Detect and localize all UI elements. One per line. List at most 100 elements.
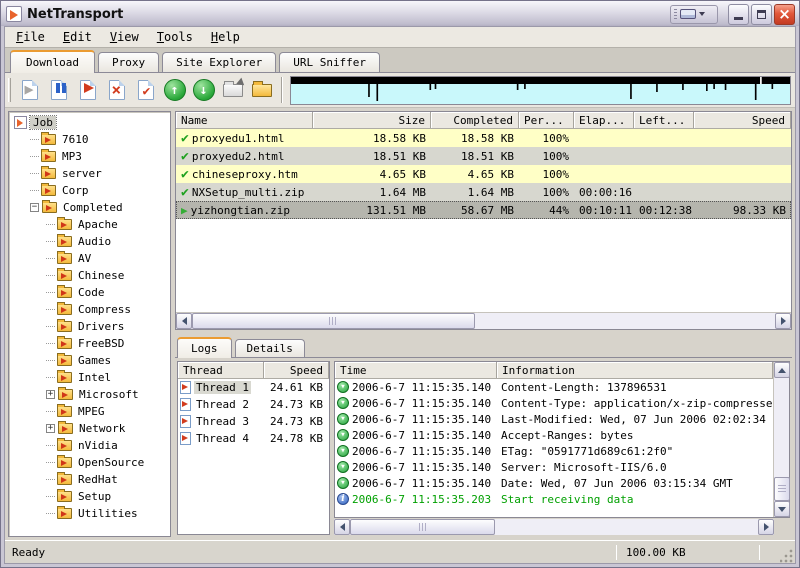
column-header-thread[interactable]: Thread (178, 362, 264, 378)
folder-icon (57, 268, 72, 281)
tab-url-sniffer[interactable]: URL Sniffer (279, 52, 381, 72)
thread-row[interactable]: Thread 2 24.73 KB (178, 396, 329, 413)
thread-row[interactable]: Thread 3 24.73 KB (178, 413, 329, 430)
scroll-thumb[interactable] (774, 477, 790, 501)
tree-item-corp[interactable]: Corp (11, 182, 170, 199)
app-icon (6, 6, 22, 22)
menu-view[interactable]: View (101, 28, 148, 46)
log-row[interactable]: 2006-6-7 11:15:35.140Server: Microsoft-I… (335, 459, 773, 475)
column-header-completed[interactable]: Completed (431, 112, 519, 128)
menu-file[interactable]: File (7, 28, 54, 46)
language-bar[interactable] (670, 4, 718, 24)
expand-icon[interactable] (46, 390, 55, 399)
scroll-up-button[interactable] (774, 362, 790, 378)
column-header-name[interactable]: Name (176, 112, 313, 128)
download-row-selected[interactable]: yizhongtian.zip 131.51 MB 58.67 MB 44% 0… (176, 201, 791, 219)
move-up-button[interactable]: ↑ (160, 76, 189, 105)
tree-item-7610[interactable]: 7610 (11, 131, 170, 148)
tree-item-drivers[interactable]: Drivers (11, 318, 170, 335)
scroll-right-button[interactable] (758, 519, 774, 535)
start-download-button[interactable]: ▶ (15, 76, 44, 105)
tree-item-apache[interactable]: Apache (11, 216, 170, 233)
scroll-left-button[interactable] (176, 313, 192, 329)
tree-item-setup[interactable]: Setup (11, 488, 170, 505)
column-header-left[interactable]: Left... (634, 112, 694, 128)
tree-item-code[interactable]: Code (11, 284, 170, 301)
tab-site-explorer[interactable]: Site Explorer (162, 52, 277, 72)
download-row[interactable]: proxyedu2.html 18.51 KB 18.51 KB 100% (176, 147, 791, 165)
delete-download-button[interactable]: × (102, 76, 131, 105)
open-folder-button[interactable] (247, 76, 276, 105)
tree-item-opensource[interactable]: OpenSource (11, 454, 170, 471)
scroll-left-button[interactable] (334, 519, 350, 535)
close-button[interactable]: × (774, 3, 795, 25)
expand-icon[interactable] (46, 424, 55, 433)
tab-logs[interactable]: Logs (177, 337, 232, 358)
tree-item-games[interactable]: Games (11, 352, 170, 369)
scroll-down-button[interactable] (774, 501, 790, 517)
menu-edit[interactable]: Edit (54, 28, 101, 46)
horizontal-splitter[interactable] (175, 330, 792, 337)
download-row[interactable]: proxyedu1.html 18.58 KB 18.58 KB 100% (176, 129, 791, 147)
column-header-elapsed[interactable]: Elap... (574, 112, 634, 128)
tab-download[interactable]: Download (10, 50, 95, 73)
scroll-thumb[interactable] (192, 313, 475, 329)
folder-icon (58, 421, 73, 434)
column-header-size[interactable]: Size (313, 112, 431, 128)
tab-details[interactable]: Details (234, 339, 305, 357)
arrow-down-icon: ↓ (192, 79, 215, 101)
folder-icon (57, 489, 72, 502)
column-header-thread-speed[interactable]: Speed (264, 362, 329, 378)
column-header-information[interactable]: Information (497, 362, 773, 378)
scroll-right-button[interactable] (775, 313, 791, 329)
log-row[interactable]: 2006-6-7 11:15:35.140ETag: "0591771d689c… (335, 443, 773, 459)
menu-help[interactable]: Help (202, 28, 249, 46)
tree-item-nvidia[interactable]: nVidia (11, 437, 170, 454)
column-header-speed[interactable]: Speed (694, 112, 791, 128)
log-row[interactable]: 2006-6-7 11:15:35.140Content-Length: 137… (335, 379, 773, 395)
tree-item-server[interactable]: server (11, 165, 170, 182)
pause-download-button[interactable] (44, 76, 73, 105)
chevron-down-icon[interactable] (699, 12, 705, 16)
folder-icon (57, 370, 72, 383)
tree-item-mp3[interactable]: MP3 (11, 148, 170, 165)
thread-row[interactable]: Thread 4 24.78 KB (178, 430, 329, 447)
resize-grip[interactable] (780, 548, 795, 563)
log-row[interactable]: 2006-6-7 11:15:35.140Last-Modified: Wed,… (335, 411, 773, 427)
tab-proxy[interactable]: Proxy (97, 52, 160, 72)
tree-item-redhat[interactable]: RedHat (11, 471, 170, 488)
download-row[interactable]: NXSetup_multi.zip 1.64 MB 1.64 MB 100% 0… (176, 183, 791, 201)
resume-download-button[interactable] (73, 76, 102, 105)
log-row[interactable]: 2006-6-7 11:15:35.203Start receiving dat… (335, 491, 773, 507)
tree-item-completed[interactable]: Completed (11, 199, 170, 216)
download-status-icon (337, 461, 349, 473)
tree-item-freebsd[interactable]: FreeBSD (11, 335, 170, 352)
language-bar-grip[interactable] (674, 8, 677, 20)
tree-item-audio[interactable]: Audio (11, 233, 170, 250)
log-row[interactable]: 2006-6-7 11:15:35.140Content-Type: appli… (335, 395, 773, 411)
toolbar-grip[interactable] (8, 78, 11, 102)
tree-item-microsoft[interactable]: Microsoft (11, 386, 170, 403)
column-header-percent[interactable]: Per... (519, 112, 574, 128)
commit-download-button[interactable]: ✔ (131, 76, 160, 105)
log-row[interactable]: 2006-6-7 11:15:35.140Date: Wed, 07 Jun 2… (335, 475, 773, 491)
tree-item-av[interactable]: AV (11, 250, 170, 267)
minimize-button[interactable] (728, 3, 749, 25)
collapse-icon[interactable] (30, 203, 39, 212)
tree-item-intel[interactable]: Intel (11, 369, 170, 386)
tree-item-compress[interactable]: Compress (11, 301, 170, 318)
tree-item-mpeg[interactable]: MPEG (11, 403, 170, 420)
menu-tools[interactable]: Tools (148, 28, 202, 46)
maximize-button[interactable] (751, 3, 772, 25)
move-down-button[interactable]: ↓ (189, 76, 218, 105)
scroll-thumb[interactable] (350, 519, 496, 535)
open-file-button[interactable] (218, 76, 247, 105)
thread-row[interactable]: Thread 1 24.61 KB (178, 379, 329, 396)
tree-item-utilities[interactable]: Utilities (11, 505, 170, 522)
column-header-time[interactable]: Time (335, 362, 497, 378)
tree-item-network[interactable]: Network (11, 420, 170, 437)
log-row[interactable]: 2006-6-7 11:15:35.140Accept-Ranges: byte… (335, 427, 773, 443)
tree-item-job[interactable]: Job (11, 114, 170, 131)
download-row[interactable]: chineseproxy.htm 4.65 KB 4.65 KB 100% (176, 165, 791, 183)
tree-item-chinese[interactable]: Chinese (11, 267, 170, 284)
